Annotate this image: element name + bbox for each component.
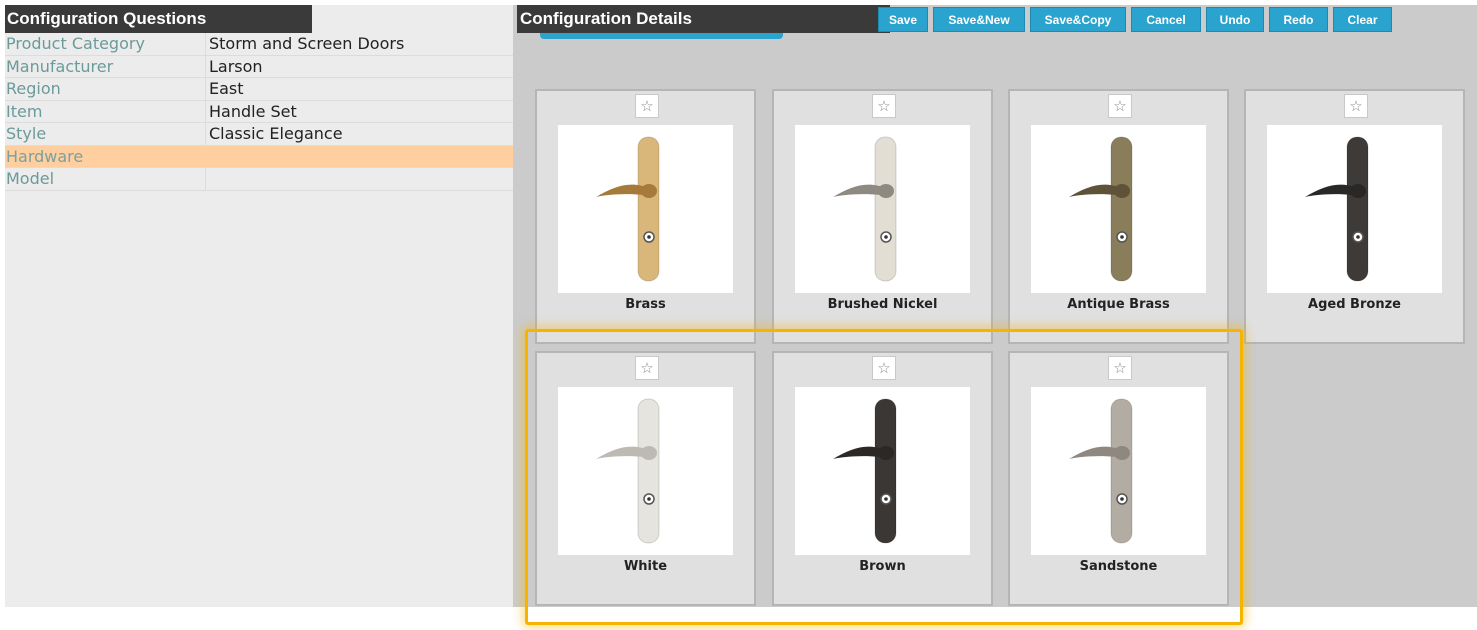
question-value: Larson [209,56,263,76]
question-value: Handle Set [209,101,297,121]
handle-set-image[interactable] [1031,125,1206,293]
favorite-star-icon[interactable]: ☆ [872,94,896,118]
option-card-brown[interactable]: ☆ Brown [772,351,993,606]
option-card-antique-brass[interactable]: ☆ Antique Brass [1008,89,1229,344]
save-copy-button[interactable]: Save&Copy [1030,7,1126,32]
question-row-model[interactable]: Model [5,168,513,191]
question-value: East [209,79,244,98]
option-card-brass[interactable]: ☆ Brass [535,89,756,344]
question-label: Style [5,123,206,145]
option-card-white[interactable]: ☆ White [535,351,756,606]
question-row-hardware[interactable]: Hardware [5,145,513,168]
question-row-item[interactable]: Item Handle Set [5,100,513,123]
save-button[interactable]: Save [878,7,928,32]
option-label: Antique Brass [1067,297,1170,312]
option-card-aged-bronze[interactable]: ☆ Aged Bronze [1244,89,1465,344]
handle-set-image[interactable] [558,125,733,293]
configuration-details-title: Configuration Details [517,5,890,33]
option-label: Brown [859,559,906,574]
question-label: Manufacturer [5,55,206,77]
save-new-button[interactable]: Save&New [933,7,1025,32]
question-label: Product Category [5,33,206,55]
favorite-star-icon[interactable]: ☆ [1344,94,1368,118]
question-value: Classic Elegance [209,124,343,143]
question-label: Hardware [6,146,84,166]
favorite-star-icon[interactable]: ☆ [635,356,659,380]
question-row-region[interactable]: Region East [5,78,513,101]
favorite-star-icon[interactable]: ☆ [1108,94,1132,118]
clear-button[interactable]: Clear [1333,7,1392,32]
option-label: White [623,559,668,574]
favorite-star-icon[interactable]: ☆ [635,94,659,118]
handle-set-image[interactable] [795,125,970,293]
question-label: Region [5,78,206,100]
option-card-brushed-nickel[interactable]: ☆ Brushed Nickel [772,89,993,344]
question-row-product-category[interactable]: Product Category Storm and Screen Doors [5,33,513,56]
handle-set-image[interactable] [795,387,970,555]
question-value [206,168,513,190]
question-value: Storm and Screen Doors [209,34,405,53]
redo-button[interactable]: Redo [1269,7,1328,32]
option-label: Brushed Nickel [827,297,938,312]
favorite-star-icon[interactable]: ☆ [872,356,896,380]
handle-set-image[interactable] [1267,125,1442,293]
option-card-sandstone[interactable]: ☆ Sandstone [1008,351,1229,606]
configuration-questions-panel: Configuration Questions Product Category… [5,5,513,607]
toolbar: Save Save&New Save&Copy Cancel Undo Redo… [878,7,1392,32]
handle-set-image[interactable] [1031,387,1206,555]
undo-button[interactable]: Undo [1206,7,1264,32]
question-value [206,146,513,168]
option-label: Aged Bronze [1308,297,1401,312]
favorite-star-icon[interactable]: ☆ [1108,356,1132,380]
active-tab-indicator [540,33,783,39]
option-label: Brass [625,297,666,312]
handle-set-image[interactable] [558,387,733,555]
cancel-button[interactable]: Cancel [1131,7,1201,32]
question-row-style[interactable]: Style Classic Elegance [5,123,513,146]
configuration-questions-title: Configuration Questions [5,5,312,33]
option-label: Sandstone [1079,559,1158,574]
question-row-manufacturer[interactable]: Manufacturer Larson [5,55,513,78]
configuration-details-panel: Configuration Details Save Save&New Save… [513,5,1477,607]
question-label: Model [5,168,206,190]
question-label: Item [5,100,206,122]
